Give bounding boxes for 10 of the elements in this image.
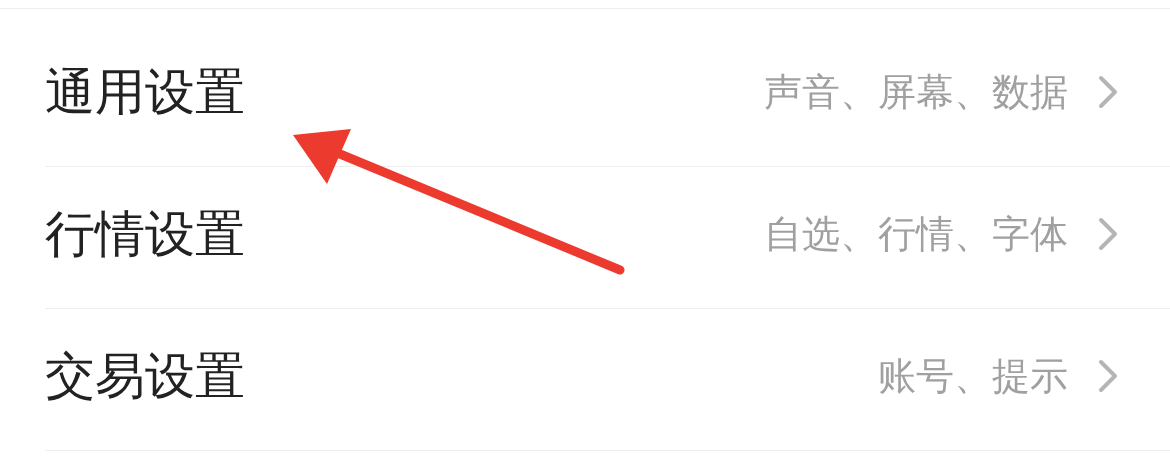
chevron-right-icon: [1098, 74, 1118, 109]
row-summary: 自选、行情、字体: [764, 214, 1068, 253]
row-title: 交易设置: [45, 350, 245, 401]
chevron-right-icon: [1098, 358, 1118, 393]
chevron-right-icon: [1098, 216, 1118, 251]
row-summary: 声音、屏幕、数据: [764, 72, 1068, 111]
row-title: 通用设置: [45, 66, 245, 117]
row-title: 行情设置: [45, 208, 245, 259]
row-summary: 账号、提示: [878, 356, 1068, 395]
settings-row[interactable]: 交易设置 账号、提示: [45, 301, 1170, 451]
